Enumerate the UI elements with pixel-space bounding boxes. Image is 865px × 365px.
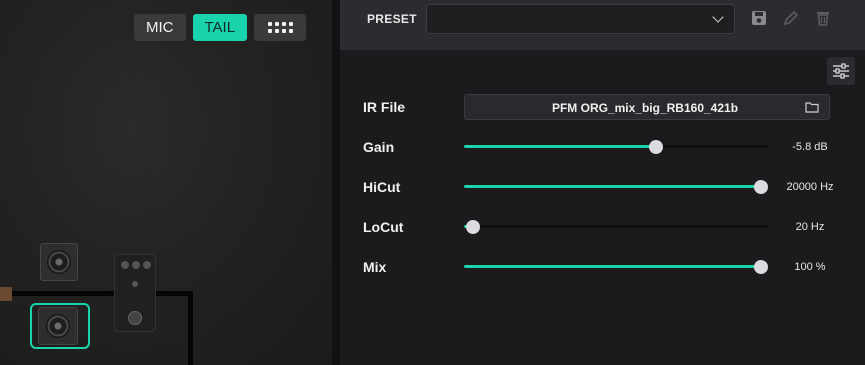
mic-button[interactable]: MIC [134,14,186,41]
mix-slider[interactable] [464,260,769,274]
slider-thumb[interactable] [466,220,481,234]
speaker-icon [47,250,71,274]
gain-label: Gain [363,139,395,155]
cable [188,291,193,365]
knob-icon [132,281,138,287]
gain-value: -5.8 dB [792,141,828,153]
slider-fill [464,145,657,148]
hicut-value: 20000 Hz [786,181,834,193]
knob-icon [132,261,140,269]
slider-fill [464,185,762,188]
preset-bar: PRESET [340,0,865,50]
mix-label: Mix [363,259,387,275]
wood-block [0,287,12,301]
cabinet-block[interactable] [40,243,78,281]
gain-slider[interactable] [464,140,769,154]
grid-icon [267,22,293,33]
mix-value: 100 % [794,261,826,273]
slider-thumb[interactable] [754,260,769,274]
ir-file-name: PFM ORG_mix_big_RB160_421b [551,101,739,115]
tail-button[interactable]: TAIL [192,14,248,41]
panel-divider[interactable] [332,0,340,365]
locut-value: 20 Hz [795,221,825,233]
ir-settings-panel: PRESET IR File PFM ORG_mix_big_RB160_421… [340,0,865,365]
ir-file-field[interactable]: PFM ORG_mix_big_RB160_421b [464,94,830,120]
slider-thumb[interactable] [754,180,769,194]
knob-icon [121,261,129,269]
knob-icon [143,261,151,269]
slider-thumb[interactable] [649,140,664,154]
locut-label: LoCut [363,219,404,235]
edit-icon[interactable] [782,9,800,27]
selection-outline [30,303,90,349]
signal-chain-canvas[interactable]: MIC TAIL [0,0,332,365]
preset-label: PRESET [367,12,417,26]
locut-slider[interactable] [464,220,769,234]
footswitch-icon [128,311,142,325]
advanced-settings-button[interactable] [827,57,855,85]
trash-icon[interactable] [814,9,832,27]
hicut-slider[interactable] [464,180,769,194]
slider-fill [464,265,762,268]
view-toggle-group: MIC TAIL [134,14,307,41]
folder-icon[interactable] [805,101,819,113]
chevron-down-icon [712,11,724,23]
save-icon[interactable] [750,9,768,27]
slider-track [464,225,769,228]
cable [0,291,192,296]
ir-file-label: IR File [363,99,406,115]
hicut-label: HiCut [363,179,401,195]
sliders-icon [833,63,849,79]
grid-view-button[interactable] [254,14,307,41]
preset-dropdown[interactable] [426,4,735,34]
pedal-block[interactable] [114,254,156,332]
